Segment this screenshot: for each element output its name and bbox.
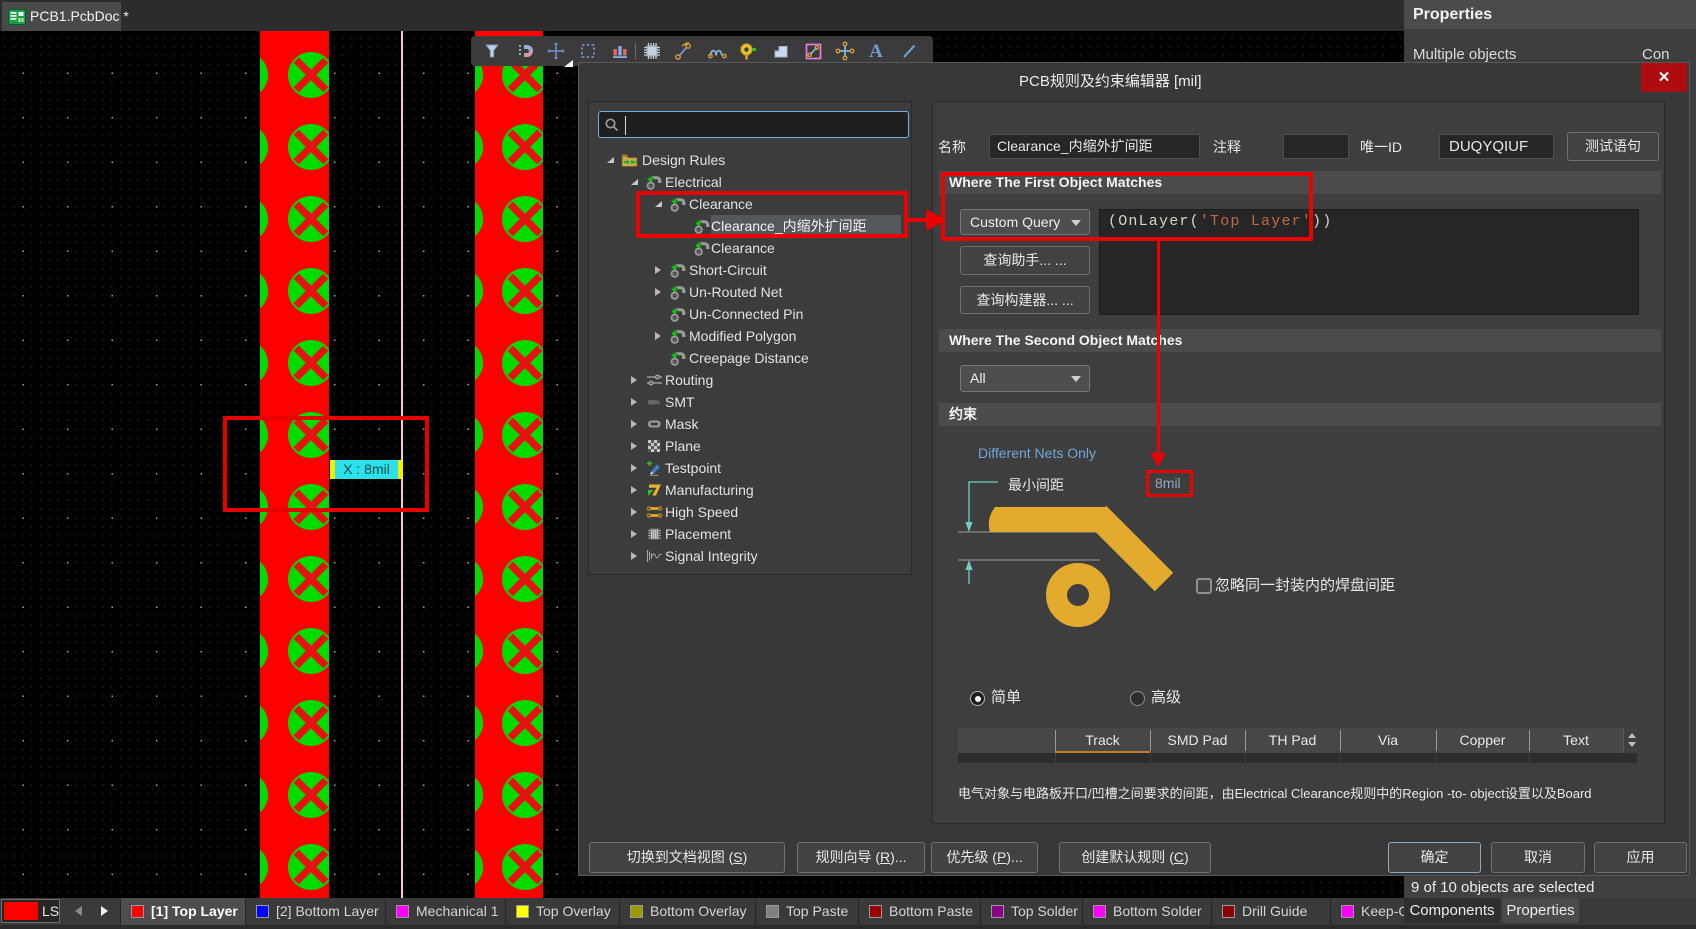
- svg-text:A: A: [869, 41, 883, 61]
